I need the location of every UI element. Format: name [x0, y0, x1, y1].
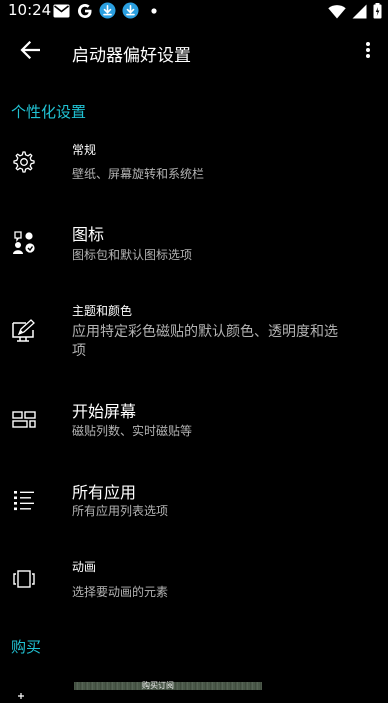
pref-title: 所有应用 [72, 483, 137, 502]
theme-edit-icon [11, 318, 37, 344]
pref-title: 开始屏幕 [72, 402, 137, 421]
section-header-personalization: 个性化设置 [11, 103, 87, 121]
pref-title: 图标 [72, 225, 105, 244]
back-button[interactable] [12, 34, 48, 70]
gmail-icon [53, 2, 70, 19]
app-toolbar: 启动器偏好设置 [0, 24, 388, 82]
start-screen-icon [11, 407, 37, 433]
purchase-item-icon [17, 684, 25, 699]
battery-icon [373, 3, 382, 23]
pref-all-apps[interactable]: 所有应用 所有应用列表选项 [0, 473, 388, 531]
pref-summary: 磁贴列数、实时磁贴等 [72, 424, 193, 438]
page-title: 启动器偏好设置 [72, 46, 191, 66]
pref-start-screen[interactable]: 开始屏幕 磁贴列数、实时磁贴等 [0, 392, 388, 450]
animation-icon [11, 566, 37, 592]
pref-summary: 所有应用列表选项 [72, 504, 169, 518]
pref-summary: 壁纸、屏幕旋转和系统栏 [72, 167, 205, 181]
more-options-button[interactable] [356, 34, 380, 70]
pref-icons[interactable]: 图标 图标包和默认图标选项 [0, 214, 388, 274]
pref-summary: 选择要动画的元素 [72, 585, 169, 599]
download-icon [122, 2, 139, 19]
arrow-back-icon [20, 40, 41, 63]
gear-icon [11, 149, 37, 175]
system-icons [328, 3, 382, 23]
wifi-icon [328, 4, 346, 23]
dot-icon [145, 2, 162, 19]
notification-icons [53, 2, 162, 19]
pref-theme-colors[interactable]: 主题和颜色 应用特定彩色磁贴的默认颜色、透明度和选项 [0, 296, 388, 368]
pref-title: 主题和颜色 [72, 304, 133, 318]
status-time: 10:24 [8, 1, 52, 19]
pref-general[interactable]: 常规 壁纸、屏幕旋转和系统栏 [0, 130, 388, 192]
pref-summary: 图标包和默认图标选项 [72, 248, 193, 262]
pref-title: 动画 [72, 560, 97, 574]
list-icon [11, 487, 37, 513]
download-icon [99, 2, 116, 19]
more-vert-icon [365, 41, 371, 63]
section-header-purchase: 购买 [11, 638, 42, 656]
google-icon [76, 2, 93, 19]
pref-animation[interactable]: 动画 选择要动画的元素 [0, 552, 388, 612]
status-bar: 10:24 [0, 0, 388, 24]
signal-icon [352, 4, 367, 23]
icon-pack-icon [11, 229, 37, 255]
purchase-banner-text: 购买订阅 [142, 681, 174, 690]
pref-summary: 应用特定彩色磁贴的默认颜色、透明度和选项 [72, 324, 338, 359]
pref-title: 常规 [72, 143, 97, 157]
